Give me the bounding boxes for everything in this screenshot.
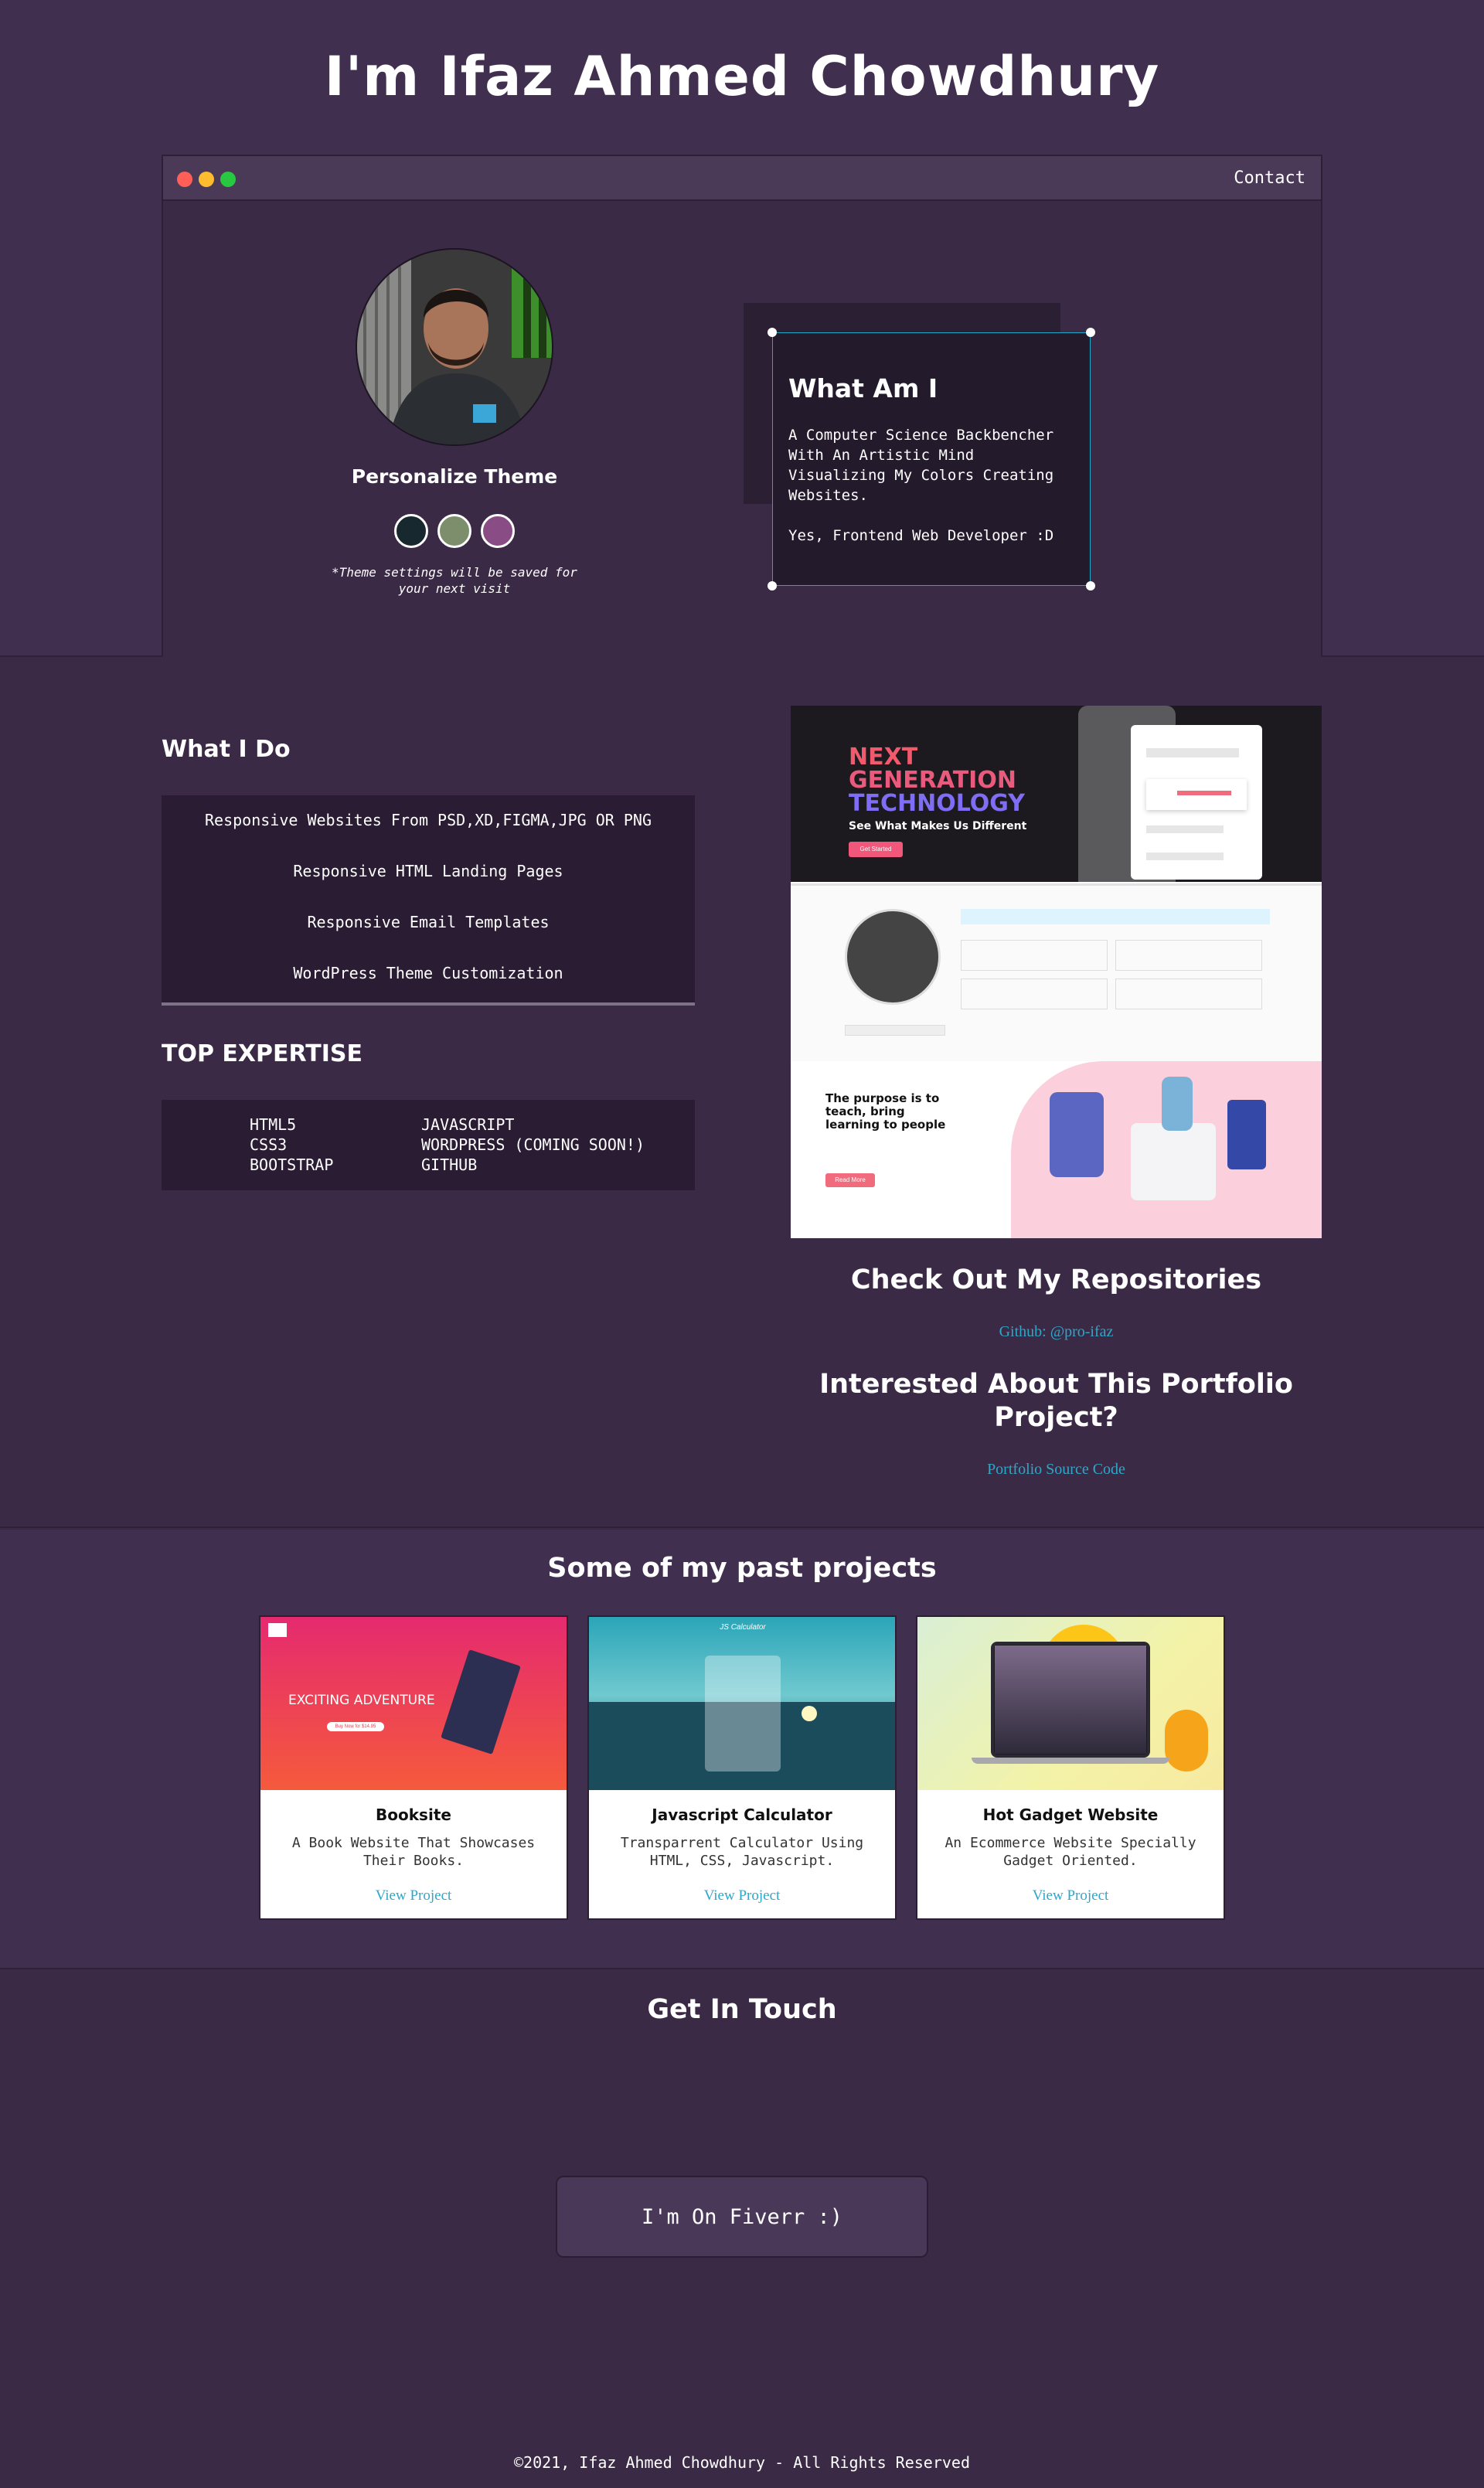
contact-section: Get In Touch I'm On Fiverr :) ©2021, Ifa… — [0, 1971, 1484, 2488]
page-title: I'm Ifaz Ahmed Chowdhury — [324, 45, 1160, 108]
project-description: A Book Website That Showcases Their Book… — [291, 1835, 536, 1869]
resize-handle — [1086, 328, 1095, 337]
view-project-link[interactable]: View Project — [589, 1887, 895, 1904]
preview-hero-text: TECHNOLOGY — [849, 790, 1025, 817]
project-thumbnail — [917, 1617, 1224, 1790]
portfolio-heading: Interested About This Portfolio Project? — [819, 1369, 1293, 1433]
profile-avatar — [356, 248, 553, 446]
preview-chat-panel — [1131, 725, 1262, 880]
project-description: An Ecommerce Website Specially Gadget Or… — [945, 1835, 1196, 1869]
github-link[interactable]: Github: @pro-ifaz — [791, 1323, 1322, 1341]
preview-hero-subtitle: See What Makes Us Different — [849, 820, 1027, 832]
intro-paragraph: A Computer Science Backbencher With An A… — [788, 427, 1054, 504]
service-item: Responsive Email Templates — [307, 913, 550, 931]
preview-hero-text: NEXT — [849, 744, 918, 771]
expertise-list: HTML5 CSS3 BOOTSTRAP JAVASCRIPT WORDPRES… — [162, 1100, 695, 1190]
hero-section: I'm Ifaz Ahmed Chowdhury Contact Persona… — [0, 0, 1484, 657]
project-title: Javascript Calculator — [652, 1806, 832, 1824]
skill-item: GITHUB — [421, 1156, 478, 1174]
project-title: Booksite — [376, 1806, 451, 1824]
skill-item: BOOTSTRAP — [250, 1156, 334, 1174]
resize-handle — [768, 328, 777, 337]
project-card[interactable]: EXCITING ADVENTURE Buy Now for $14.95 Bo… — [259, 1615, 568, 1920]
browser-window: Contact Personalize Theme *Theme setting… — [162, 155, 1322, 657]
theme-note: *Theme settings will be saved for your n… — [332, 565, 577, 596]
fiverr-button[interactable]: I'm On Fiverr :) — [556, 2176, 928, 2258]
portfolio-source-link[interactable]: Portfolio Source Code — [791, 1461, 1322, 1479]
skill-item: CSS3 — [250, 1135, 288, 1154]
preview-edu-button: Read More — [825, 1173, 875, 1187]
website-preview-image: NEXT GENERATION TECHNOLOGY See What Make… — [791, 706, 1322, 1238]
contact-title: Get In Touch — [647, 1994, 837, 2025]
resize-handle — [768, 581, 777, 591]
theme-swatch-purple[interactable] — [481, 514, 515, 548]
service-item: Responsive HTML Landing Pages — [293, 862, 563, 880]
projects-title: Some of my past projects — [547, 1553, 937, 1584]
project-description: Transparrent Calculator Using HTML, CSS,… — [620, 1835, 864, 1869]
what-i-do-title: What I Do — [162, 736, 291, 763]
minimize-dot-icon — [199, 172, 214, 187]
thumb-text: JS Calculator — [720, 1623, 766, 1632]
repositories-heading: Check Out My Repositories — [850, 1264, 1262, 1295]
theme-swatch-dark[interactable] — [394, 514, 428, 548]
thumb-button: Buy Now for $14.95 — [327, 1722, 384, 1731]
preview-hero-button: Get Started — [849, 842, 903, 857]
view-project-link[interactable]: View Project — [917, 1887, 1224, 1904]
thumb-text: EXCITING ADVENTURE — [288, 1693, 435, 1708]
about-section: What I Do Responsive Websites From PSD,X… — [0, 659, 1484, 1528]
intro-card: What Am I A Computer Science Backbencher… — [768, 328, 1095, 591]
services-list: Responsive Websites From PSD,XD,FIGMA,JP… — [162, 795, 695, 1006]
resize-handle — [1086, 581, 1095, 591]
preview-hero-text: GENERATION — [849, 767, 1016, 794]
preview-edu-heading: The purpose is to teach, bring learning … — [825, 1091, 946, 1132]
view-project-link[interactable]: View Project — [260, 1887, 567, 1904]
contact-link[interactable]: Contact — [1234, 168, 1305, 188]
skill-item: HTML5 — [250, 1115, 297, 1134]
project-title: Hot Gadget Website — [982, 1806, 1159, 1824]
maximize-dot-icon — [220, 172, 236, 187]
close-dot-icon — [177, 172, 192, 187]
theme-title: Personalize Theme — [351, 465, 558, 488]
theme-swatch-green[interactable] — [437, 514, 471, 548]
service-item: WordPress Theme Customization — [293, 964, 563, 982]
project-card[interactable]: Hot Gadget Website An Ecommerce Website … — [916, 1615, 1225, 1920]
preview-hero: NEXT GENERATION TECHNOLOGY See What Make… — [791, 706, 1322, 882]
intro-tagline: Yes, Frontend Web Developer :D — [788, 527, 1054, 544]
service-item: Responsive Websites From PSD,XD,FIGMA,JP… — [205, 811, 652, 829]
footer-copyright: ©2021, Ifaz Ahmed Chowdhury - All Rights… — [513, 2453, 970, 2472]
intro-heading: What Am I — [788, 373, 938, 403]
project-thumbnail: JS Calculator — [589, 1617, 895, 1790]
project-card[interactable]: JS Calculator Javascript Calculator Tran… — [587, 1615, 897, 1920]
preview-github-profile — [791, 883, 1322, 1061]
projects-section: Some of my past projects EXCITING ADVENT… — [0, 1530, 1484, 1969]
browser-title-bar: Contact — [163, 156, 1321, 201]
skill-item: WORDPRESS (COMING SOON!) — [421, 1135, 645, 1154]
preview-education-site: The purpose is to teach, bring learning … — [791, 1061, 1322, 1238]
project-thumbnail: EXCITING ADVENTURE Buy Now for $14.95 — [260, 1617, 567, 1790]
skill-item: JAVASCRIPT — [421, 1115, 515, 1134]
expertise-title: TOP EXPERTISE — [162, 1040, 362, 1067]
